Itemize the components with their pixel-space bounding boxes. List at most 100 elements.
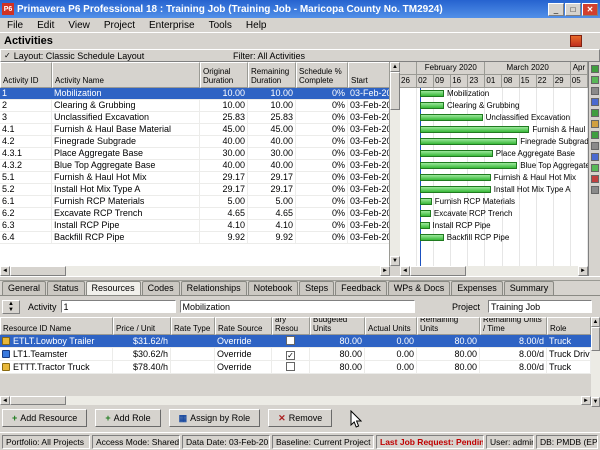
column-header-budgeted-units[interactable]: Budgeted Units xyxy=(310,317,365,335)
scroll-left-icon[interactable]: ◄ xyxy=(0,266,10,276)
scroll-left-icon[interactable]: ◄ xyxy=(0,396,10,405)
scroll-down-icon[interactable]: ▼ xyxy=(390,256,400,266)
tab-expenses[interactable]: Expenses xyxy=(451,281,503,295)
tab-notebook[interactable]: Notebook xyxy=(248,281,299,295)
column-header-rate-source[interactable]: Rate Source xyxy=(215,317,272,335)
activity-row[interactable]: 4.3.2Blue Top Aggregate Base40.0040.000%… xyxy=(0,160,389,172)
toolbar-icon-10[interactable] xyxy=(591,164,599,172)
scroll-track[interactable] xyxy=(466,266,578,276)
column-header-price-unit[interactable]: Price / Unit xyxy=(113,317,171,335)
gantt-bar[interactable] xyxy=(420,186,491,193)
activity-row[interactable]: 2Clearing & Grubbing10.0010.000%03-Feb-2… xyxy=(0,100,389,112)
gantt-bar[interactable] xyxy=(420,126,530,133)
close-button[interactable]: ✕ xyxy=(582,3,598,16)
resource-row[interactable]: ETTT.Tractor Truck$78.40/hOverride80.000… xyxy=(0,361,591,374)
column-header-role[interactable]: Role xyxy=(547,317,591,335)
activity-row[interactable]: 5.2Install Hot Mix Type A29.1729.170%03-… xyxy=(0,184,389,196)
toolbar-icon-9[interactable] xyxy=(591,153,599,161)
layout-options-bar[interactable]: ✓ Layout: Classic Schedule Layout Filter… xyxy=(0,49,600,62)
activity-row[interactable]: 4.3.1Place Aggregate Base30.0030.000%03-… xyxy=(0,148,389,160)
toolbar-icon-3[interactable] xyxy=(591,87,599,95)
scroll-thumb[interactable] xyxy=(591,327,600,351)
gantt-bar[interactable] xyxy=(420,198,432,205)
gantt-bar[interactable] xyxy=(420,234,444,241)
vary-checkbox[interactable] xyxy=(286,336,295,345)
vary-checkbox[interactable] xyxy=(286,362,295,371)
title-bar[interactable]: P6 Primavera P6 Professional 18 : Traini… xyxy=(0,0,600,18)
tab-codes[interactable]: Codes xyxy=(142,281,180,295)
remove-button[interactable]: ✕Remove xyxy=(268,409,332,427)
resource-hscrollbar[interactable]: ◄ ► xyxy=(0,396,591,405)
tab-steps[interactable]: Steps xyxy=(299,281,334,295)
gantt-bar[interactable] xyxy=(420,162,518,169)
column-header-remaining-duration[interactable]: Remaining Duration xyxy=(248,62,296,88)
scroll-track[interactable] xyxy=(390,110,400,256)
column-header-resource-id-name[interactable]: Resource ID Name xyxy=(0,317,113,335)
resource-row[interactable]: ETLT.Lowboy Trailer$31.62/hOverride80.00… xyxy=(0,335,591,348)
menu-file[interactable]: File xyxy=(0,20,30,31)
column-header-activity-name[interactable]: Activity Name xyxy=(52,62,200,88)
table-vscrollbar[interactable]: ▲ ▼ xyxy=(390,62,400,266)
assign-by-role-button[interactable]: ▦Assign by Role xyxy=(169,409,261,427)
gantt-bar[interactable] xyxy=(420,174,491,181)
gantt-bar[interactable] xyxy=(420,222,430,229)
tab-relationships[interactable]: Relationships xyxy=(181,281,247,295)
activity-row[interactable]: 6.4Backfill RCP Pipe9.929.920%03-Feb-20 xyxy=(0,232,389,244)
resource-row[interactable]: LT1.Teamster$30.62/hOverride✓80.000.0080… xyxy=(0,348,591,361)
scroll-right-icon[interactable]: ► xyxy=(380,266,390,276)
scroll-up-icon[interactable]: ▲ xyxy=(390,62,400,72)
column-header-remaining-units-time[interactable]: Remaining Units / Time xyxy=(480,317,547,335)
menu-enterprise[interactable]: Enterprise xyxy=(142,20,202,31)
gantt-bar[interactable] xyxy=(420,90,444,97)
tab-summary[interactable]: Summary xyxy=(504,281,555,295)
activity-spinner[interactable]: ▲▼ xyxy=(2,300,20,314)
column-header-rate-type[interactable]: Rate Type xyxy=(171,317,215,335)
scroll-right-icon[interactable]: ► xyxy=(581,396,591,405)
scroll-track[interactable] xyxy=(66,266,380,276)
column-header-schedule-complete[interactable]: Schedule % Complete xyxy=(296,62,348,88)
menu-project[interactable]: Project xyxy=(97,20,142,31)
close-view-icon[interactable] xyxy=(570,35,582,47)
scroll-track[interactable] xyxy=(591,351,600,397)
vary-checkbox[interactable]: ✓ xyxy=(286,351,295,360)
toolbar-icon-5[interactable] xyxy=(591,109,599,117)
activity-row[interactable]: 6.1Furnish RCP Materials5.005.000%03-Feb… xyxy=(0,196,389,208)
toolbar-icon-12[interactable] xyxy=(591,186,599,194)
toolbar-icon-1[interactable] xyxy=(591,65,599,73)
activity-id-field[interactable]: 1 xyxy=(61,300,176,313)
scroll-thumb[interactable] xyxy=(10,266,66,276)
scroll-up-icon[interactable]: ▲ xyxy=(591,317,600,327)
column-header-actual-units[interactable]: Actual Units xyxy=(365,317,417,335)
menu-view[interactable]: View xyxy=(61,20,97,31)
gantt-bar[interactable] xyxy=(420,150,493,157)
scroll-thumb[interactable] xyxy=(390,72,400,110)
spinner-down-icon[interactable]: ▼ xyxy=(8,307,14,313)
scroll-right-icon[interactable]: ► xyxy=(578,266,588,276)
toolbar-icon-11[interactable] xyxy=(591,175,599,183)
table-hscrollbar[interactable]: ◄ ► xyxy=(0,266,390,276)
scroll-thumb[interactable] xyxy=(410,266,466,276)
activity-row[interactable]: 1Mobilization10.0010.000%03-Feb-20 xyxy=(0,88,389,100)
activity-row[interactable]: 6.3Install RCP Pipe4.104.100%03-Feb-20 xyxy=(0,220,389,232)
tab-general[interactable]: General xyxy=(2,281,46,295)
toolbar-icon-8[interactable] xyxy=(591,142,599,150)
activity-row[interactable]: 4.2Finegrade Subgrade40.0040.000%03-Feb-… xyxy=(0,136,389,148)
add-resource-button[interactable]: +Add Resource xyxy=(2,409,87,427)
activity-row[interactable]: 6.2Excavate RCP Trench4.654.650%03-Feb-2… xyxy=(0,208,389,220)
menu-help[interactable]: Help xyxy=(239,20,274,31)
resource-vscrollbar[interactable]: ▲ ▼ xyxy=(591,317,600,407)
tab-resources[interactable]: Resources xyxy=(86,281,141,295)
activity-row[interactable]: 3Unclassified Excavation25.8325.830%03-F… xyxy=(0,112,389,124)
scroll-track[interactable] xyxy=(66,396,581,405)
tab-feedback[interactable]: Feedback xyxy=(335,281,387,295)
gantt-bar[interactable] xyxy=(420,138,518,145)
column-header-start[interactable]: Start xyxy=(348,62,390,88)
gantt-bar[interactable] xyxy=(420,102,444,109)
scroll-thumb[interactable] xyxy=(10,396,66,405)
add-role-button[interactable]: +Add Role xyxy=(95,409,160,427)
gantt-bar[interactable] xyxy=(420,210,431,217)
menu-edit[interactable]: Edit xyxy=(30,20,61,31)
activity-name-field[interactable]: Mobilization xyxy=(180,300,415,313)
project-field[interactable]: Training Job xyxy=(488,300,592,313)
maximize-button[interactable]: □ xyxy=(565,3,581,16)
